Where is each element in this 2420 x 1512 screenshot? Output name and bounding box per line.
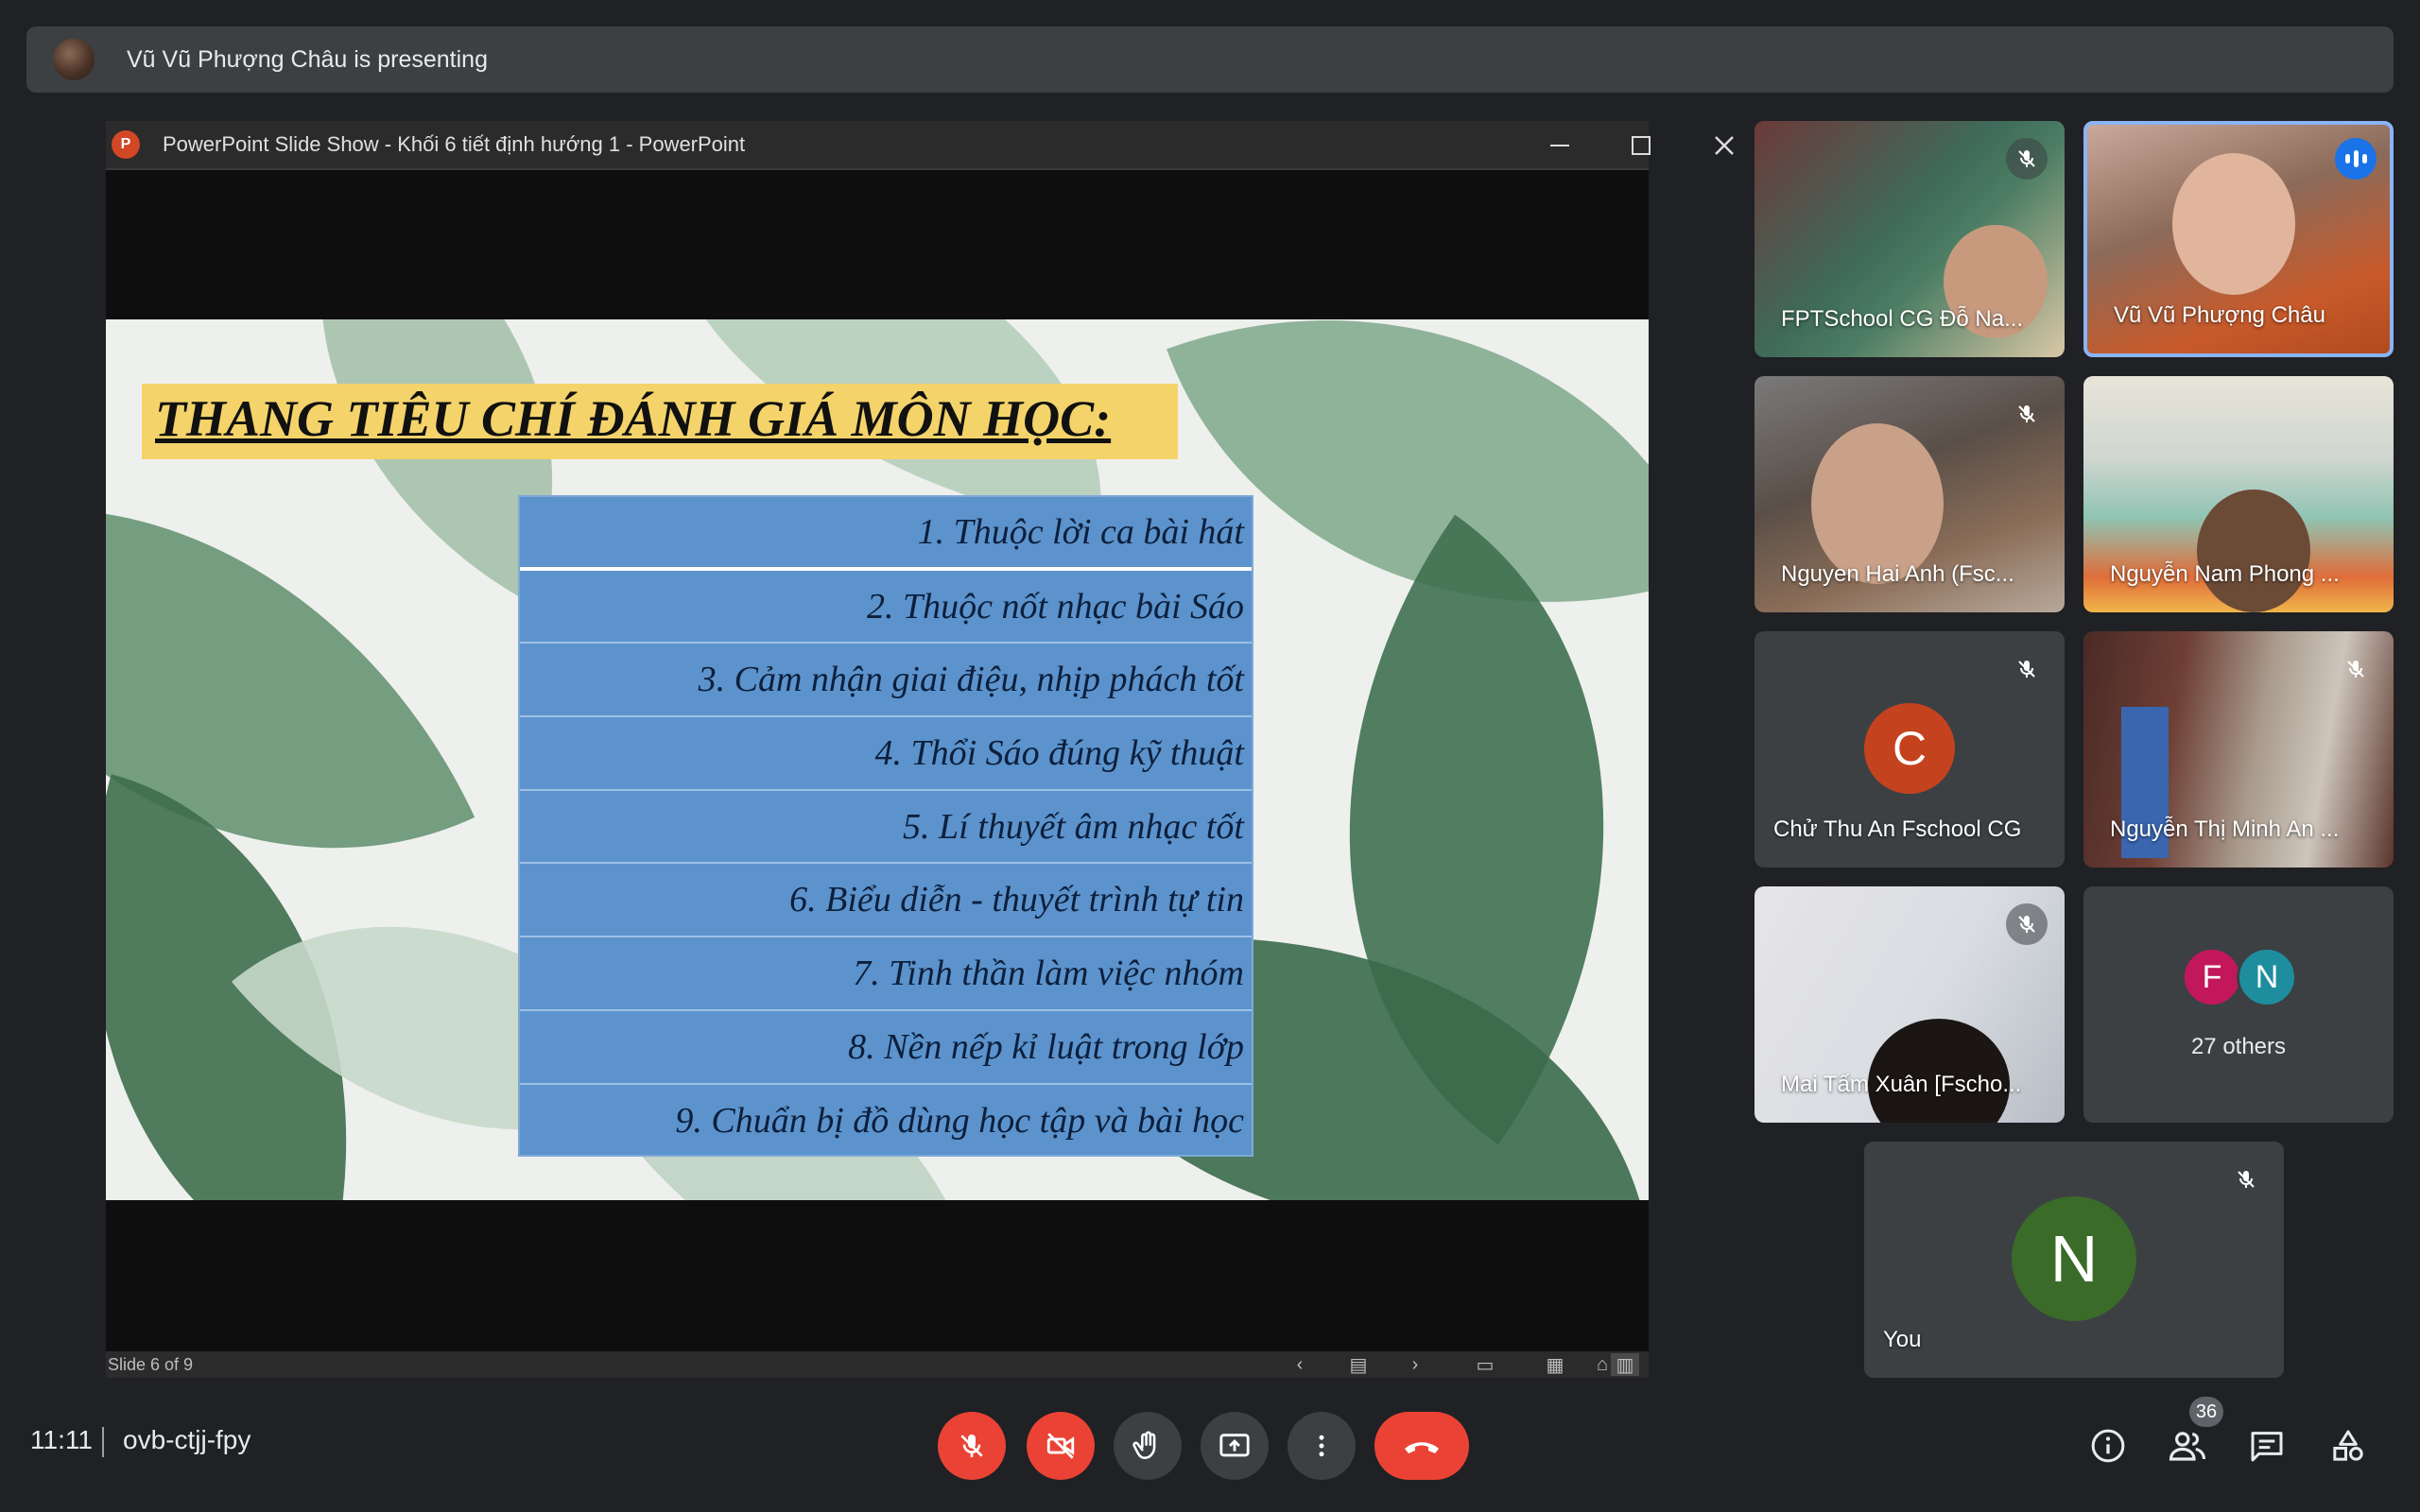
- participant-video: [2172, 153, 2295, 295]
- criteria-row: 5. Lí thuyết âm nhạc tốt: [520, 791, 1252, 865]
- raise-hand-button[interactable]: [1114, 1412, 1182, 1480]
- participant-video: [2197, 490, 2310, 612]
- chat-button[interactable]: [2238, 1418, 2295, 1474]
- activities-icon: [2333, 1430, 2363, 1461]
- avatar-initial: N: [2049, 1222, 2099, 1296]
- participant-name: Nguyễn Thị Minh An ...: [2110, 816, 2340, 842]
- maximize-button[interactable]: [1616, 121, 1666, 170]
- participant-avatar: F: [2182, 947, 2242, 1007]
- criteria-row: 9. Chuẩn bị đồ dùng học tập và bài học: [675, 1101, 1244, 1142]
- criteria-row: 3. Cảm nhận giai điệu, nhịp phách tốt: [520, 644, 1252, 718]
- avatar-initial: F: [2202, 958, 2222, 995]
- participant-avatar: N: [2237, 947, 2297, 1007]
- self-avatar: N: [2012, 1196, 2136, 1321]
- participant-video: [1868, 1019, 2010, 1123]
- minimize-button[interactable]: [1535, 121, 1584, 170]
- ppt-statusbar: Slide 6 of 9 ‹ ▤ › ▭ ▦ ▥ ▣: [106, 1351, 1649, 1378]
- ppt-window-title: PowerPoint Slide Show - Khối 6 tiết định…: [163, 132, 746, 156]
- hang-up-icon: [1405, 1442, 1439, 1453]
- microphone-toggle-button[interactable]: [938, 1412, 1006, 1480]
- more-vert-icon: [1319, 1435, 1324, 1457]
- people-icon: [2169, 1432, 2206, 1461]
- self-tile[interactable]: N You: [1864, 1142, 2284, 1378]
- more-options-button[interactable]: [1288, 1412, 1356, 1480]
- slide-menu-button[interactable]: ▤: [1344, 1353, 1373, 1376]
- criteria-row: 8. Nền nếp kỉ luật trong lớp: [520, 1011, 1252, 1085]
- divider: [102, 1427, 104, 1457]
- participant-tile[interactable]: Vũ Vũ Phượng Châu: [2083, 121, 2394, 357]
- camera-off-icon: [1046, 1433, 1075, 1459]
- muted-mic-icon: [2225, 1159, 2267, 1200]
- slide-title: THANG TIÊU CHÍ ĐÁNH GIÁ MÔN HỌC:: [155, 390, 1112, 447]
- presenting-banner: Vũ Vũ Phượng Châu is presenting: [26, 26, 2394, 93]
- participant-tile[interactable]: FPTSchool CG Đỗ Na...: [1754, 121, 2065, 357]
- meeting-details-button[interactable]: [2080, 1418, 2136, 1474]
- speaking-indicator-icon: [2335, 138, 2377, 180]
- present-icon: [1219, 1434, 1250, 1457]
- powerpoint-icon: P: [112, 130, 140, 159]
- leave-call-button[interactable]: [1374, 1412, 1469, 1480]
- hand-icon: [1132, 1431, 1156, 1460]
- slide-sorter-button[interactable]: ▦: [1541, 1353, 1569, 1376]
- participant-tile[interactable]: Nguyễn Thị Minh An ...: [2083, 631, 2394, 868]
- criteria-row: 1. Thuộc lời ca bài hát: [520, 497, 1252, 571]
- minimize-icon: [1550, 145, 1569, 146]
- participant-name: Mai Tấm Xuân [Fscho...: [1781, 1072, 2022, 1097]
- others-tile[interactable]: F N 27 others: [2083, 886, 2394, 1123]
- next-slide-button[interactable]: ›: [1401, 1353, 1429, 1376]
- participant-avatar: C: [1864, 703, 1955, 794]
- participant-name: Chử Thu An Fschool CG: [1773, 816, 2022, 842]
- muted-mic-icon: [2006, 138, 2048, 180]
- criteria-row: 7. Tinh thần làm việc nhóm: [520, 937, 1252, 1011]
- avatar-initial: C: [1892, 722, 1927, 775]
- meeting-time: 11:11: [30, 1425, 93, 1454]
- participant-tile[interactable]: C Chử Thu An Fschool CG: [1754, 631, 2065, 868]
- participant-tile[interactable]: Mai Tấm Xuân [Fscho...: [1754, 886, 2065, 1123]
- participant-count-badge: 36: [2189, 1397, 2223, 1427]
- participant-name: Vũ Vũ Phượng Châu: [2114, 302, 2325, 328]
- participant-tile[interactable]: Nguyen Hai Anh (Fsc...: [1754, 376, 2065, 612]
- presenting-text: Vũ Vũ Phượng Châu is presenting: [127, 45, 488, 73]
- participant-name: Nguyen Hai Anh (Fsc...: [1781, 561, 2014, 587]
- muted-mic-icon: [2006, 903, 2048, 945]
- present-screen-button[interactable]: [1201, 1412, 1269, 1480]
- participant-name: FPTSchool CG Đỗ Na...: [1781, 306, 2024, 332]
- criteria-table: 1. Thuộc lời ca bài hát 2. Thuộc nốt nhạ…: [518, 495, 1253, 1157]
- participant-tile[interactable]: Nguyễn Nam Phong ...: [2083, 376, 2394, 612]
- slide-counter: Slide 6 of 9: [108, 1354, 194, 1374]
- camera-toggle-button[interactable]: [1027, 1412, 1095, 1480]
- presenter-avatar: [53, 39, 95, 80]
- criteria-row: 2. Thuộc nốt nhạc bài Sáo: [520, 571, 1252, 644]
- previous-slide-button[interactable]: ‹: [1286, 1353, 1314, 1376]
- maximize-icon: [1632, 136, 1651, 155]
- ppt-titlebar: P PowerPoint Slide Show - Khối 6 tiết đị…: [106, 121, 1649, 170]
- close-icon: [1715, 136, 1734, 155]
- criteria-row: 4. Thổi Sáo đúng kỹ thuật: [520, 717, 1252, 791]
- others-count-label: 27 others: [2190, 1034, 2287, 1059]
- mic-off-icon: [960, 1435, 983, 1457]
- chat-icon: [2251, 1432, 2283, 1462]
- muted-mic-icon: [2006, 393, 2048, 435]
- criteria-row: 6. Biểu diễn - thuyết trình tự tin: [520, 864, 1252, 938]
- muted-mic-icon: [2335, 648, 2377, 690]
- close-window-button[interactable]: [1700, 121, 1749, 170]
- participant-name: Nguyễn Nam Phong ...: [2110, 561, 2340, 587]
- slide-canvas: THANG TIÊU CHÍ ĐÁNH GIÁ MÔN HỌC: 1. Thuộ…: [106, 319, 1649, 1200]
- slideshow-view-button[interactable]: ⌂: [1588, 1353, 1616, 1376]
- presentation-window: P PowerPoint Slide Show - Khối 6 tiết đị…: [106, 121, 1734, 1378]
- activities-button[interactable]: [2320, 1418, 2377, 1474]
- meeting-code[interactable]: ovb-ctjj-fpy: [123, 1425, 251, 1455]
- muted-mic-icon: [2006, 648, 2048, 690]
- self-name: You: [1883, 1327, 1922, 1352]
- avatar-initial: N: [2255, 958, 2279, 995]
- info-icon: [2091, 1429, 2125, 1463]
- participant-video: [1811, 423, 1944, 584]
- normal-view-button[interactable]: ▭: [1471, 1353, 1499, 1376]
